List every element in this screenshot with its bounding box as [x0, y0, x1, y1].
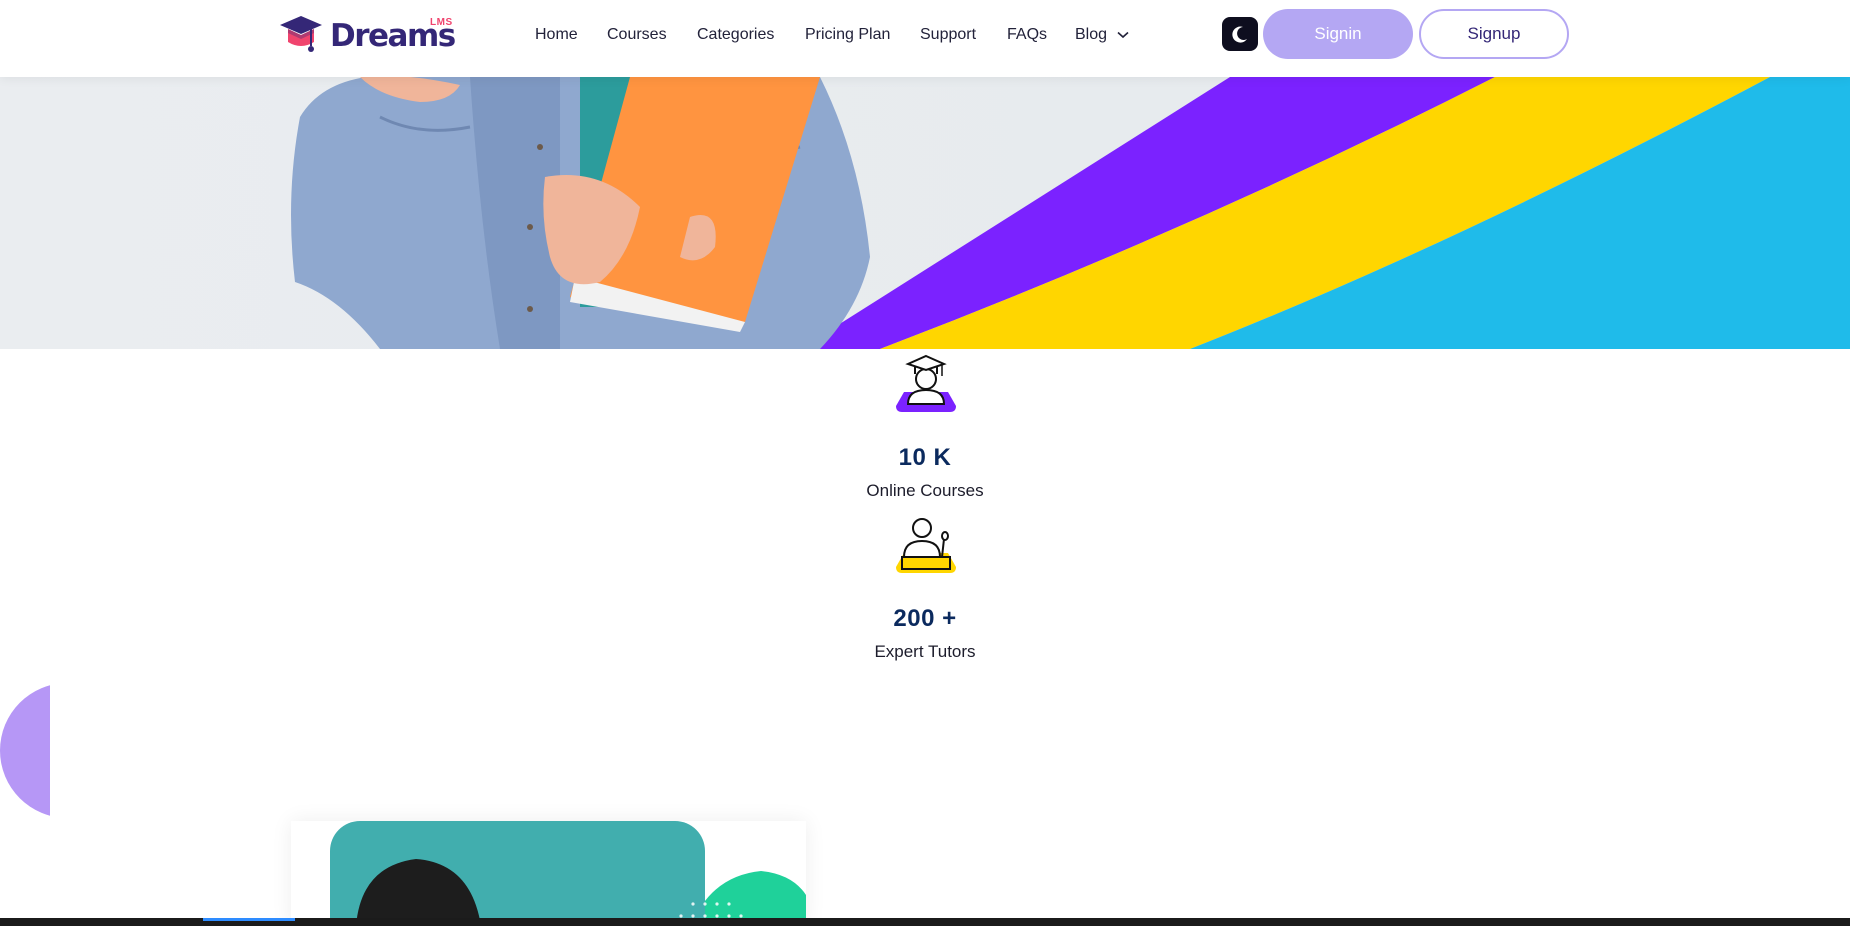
signin-button[interactable]: Signin: [1263, 9, 1413, 59]
stat-label: Online Courses: [866, 481, 984, 500]
hero-banner: [0, 77, 1850, 349]
tutor-icon: [896, 518, 956, 573]
scroll-progress-indicator: [203, 918, 295, 921]
hero-illustration: [291, 77, 1850, 349]
site-logo[interactable]: Dreams LMS: [278, 14, 456, 56]
theme-toggle-button[interactable]: [1222, 17, 1258, 51]
graduate-icon: [896, 354, 956, 412]
moon-icon: [1232, 26, 1247, 43]
nav-courses[interactable]: Courses: [607, 26, 667, 44]
nav-blog-label: Blog: [1075, 26, 1108, 43]
chevron-down-icon: [1117, 31, 1130, 38]
feature-card: [291, 821, 806, 926]
stat-label: Expert Tutors: [874, 642, 976, 661]
signup-button[interactable]: Signup: [1419, 9, 1569, 59]
decorative-half-circle: [0, 683, 50, 818]
instructor-photo: [330, 821, 806, 926]
nav-pricing-plan[interactable]: Pricing Plan: [805, 26, 890, 44]
stat-online-courses: 10 K Online Courses: [825, 352, 1025, 502]
nav-blog[interactable]: Blog: [1075, 26, 1130, 44]
site-header: Dreams LMS Home Courses Categories Prici…: [0, 0, 1850, 77]
nav-support[interactable]: Support: [920, 26, 976, 44]
graduation-cap-logo-icon: [280, 16, 322, 52]
logo-suffix: LMS: [430, 17, 453, 28]
stat-expert-tutors: 200 + Expert Tutors: [825, 513, 1025, 663]
nav-faqs[interactable]: FAQs: [1007, 26, 1047, 44]
stat-value: 10 K: [898, 444, 952, 471]
stat-value: 200 +: [893, 605, 957, 632]
nav-categories[interactable]: Categories: [697, 26, 774, 44]
nav-home[interactable]: Home: [535, 26, 578, 44]
